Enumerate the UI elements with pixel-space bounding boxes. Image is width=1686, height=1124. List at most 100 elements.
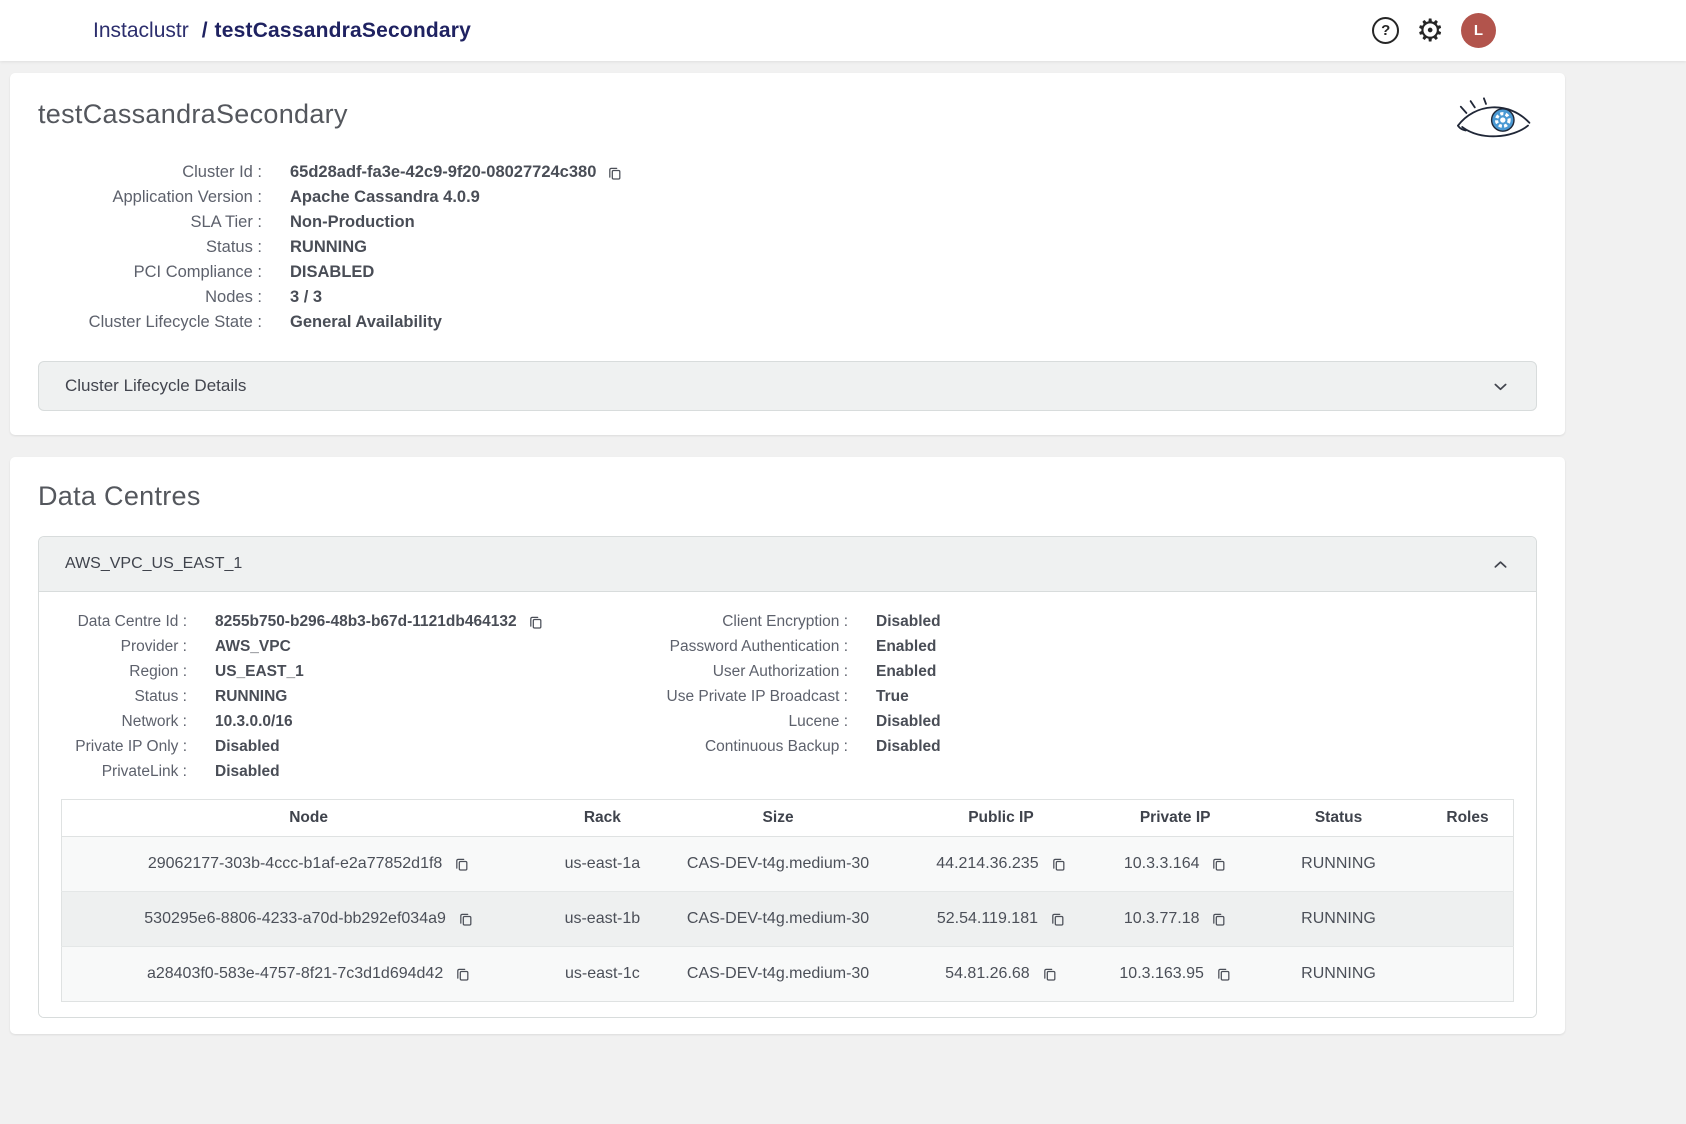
dc-id: 8255b750-b296-48b3-b67d-1121db464132: [215, 609, 517, 634]
cluster-id: 65d28adf-fa3e-42c9-9f20-08027724c380: [290, 160, 596, 185]
cluster-lifecycle-details-panel[interactable]: Cluster Lifecycle Details: [38, 361, 1537, 411]
private-ip-only: Disabled: [215, 734, 280, 759]
topbar-actions: ? ⚙ L: [1372, 13, 1496, 48]
chevron-down-icon: [1491, 377, 1510, 396]
size-cell: CAS-DEV-t4g.medium-30: [650, 947, 907, 1002]
continuous-backup: Disabled: [876, 734, 941, 759]
column-header-status: Status: [1255, 800, 1422, 837]
help-icon[interactable]: ?: [1372, 17, 1399, 44]
brand-link[interactable]: Instaclustr: [93, 19, 189, 43]
column-header-private-ip: Private IP: [1095, 800, 1255, 837]
dc-panel-body: Data Centre Id : 8255b750-b296-48b3-b67d…: [39, 592, 1536, 1017]
region-label: Region :: [61, 659, 187, 684]
avatar[interactable]: L: [1461, 13, 1496, 48]
dc-info-left: Data Centre Id : 8255b750-b296-48b3-b67d…: [61, 609, 636, 784]
copy-button[interactable]: [458, 911, 473, 927]
copy-icon: [607, 165, 622, 181]
top-bar: Instaclustr / testCassandraSecondary ? ⚙…: [0, 0, 1686, 61]
copy-icon: [1050, 911, 1065, 927]
column-header-public-ip: Public IP: [907, 800, 1096, 837]
copy-icon: [1216, 966, 1231, 982]
copy-icon: [1211, 911, 1226, 927]
private-ip-cell: 10.3.3.164: [1095, 837, 1255, 892]
copy-button[interactable]: [1050, 911, 1065, 927]
copy-icon: [1042, 966, 1057, 982]
table-row: 530295e6-8806-4233-a70d-bb292ef034a9 us-…: [62, 892, 1514, 947]
public-ip: 44.214.36.235: [936, 855, 1038, 873]
column-header-roles: Roles: [1422, 800, 1514, 837]
node-cell: 530295e6-8806-4233-a70d-bb292ef034a9: [62, 892, 556, 947]
copy-button[interactable]: [607, 165, 622, 181]
copy-button[interactable]: [455, 966, 470, 982]
sla-tier-label: SLA Tier :: [38, 210, 262, 235]
client-encryption-label: Client Encryption :: [636, 609, 848, 634]
application-version: Apache Cassandra 4.0.9: [290, 185, 480, 210]
cluster-id-label: Cluster Id :: [38, 160, 262, 185]
status-label: Status :: [38, 235, 262, 260]
lifecycle-state-label: Cluster Lifecycle State :: [38, 310, 262, 335]
copy-button[interactable]: [1211, 856, 1226, 872]
copy-button[interactable]: [528, 614, 543, 630]
status-cell: RUNNING: [1255, 947, 1422, 1002]
node-id: 530295e6-8806-4233-a70d-bb292ef034a9: [144, 910, 446, 928]
data-centres-card: Data Centres AWS_VPC_US_EAST_1 Data Cent…: [10, 457, 1565, 1034]
privatelink-label: PrivateLink :: [61, 759, 187, 784]
roles-cell: [1422, 837, 1514, 892]
continuous-backup-label: Continuous Backup :: [636, 734, 848, 759]
provider-label: Provider :: [61, 634, 187, 659]
roles-cell: [1422, 947, 1514, 1002]
cluster-id-value: 65d28adf-fa3e-42c9-9f20-08027724c380: [290, 160, 1537, 185]
copy-icon: [1051, 856, 1066, 872]
cluster-overview-card: testCassandraSecondary Cluster Id : 65d2…: [10, 73, 1565, 435]
user-authorization-label: User Authorization :: [636, 659, 848, 684]
copy-button[interactable]: [454, 856, 469, 872]
public-ip: 54.81.26.68: [945, 965, 1030, 983]
copy-icon: [528, 614, 543, 630]
copy-button[interactable]: [1216, 966, 1231, 982]
breadcrumb: Instaclustr / testCassandraSecondary: [93, 19, 471, 43]
private-ip-broadcast-label: Use Private IP Broadcast :: [636, 684, 848, 709]
size-cell: CAS-DEV-t4g.medium-30: [650, 892, 907, 947]
private-ip-cell: 10.3.163.95: [1095, 947, 1255, 1002]
status-cell: RUNNING: [1255, 892, 1422, 947]
copy-button[interactable]: [1051, 856, 1066, 872]
public-ip-cell: 54.81.26.68: [907, 947, 1096, 1002]
copy-icon: [454, 856, 469, 872]
application-version-label: Application Version :: [38, 185, 262, 210]
dc-panel: AWS_VPC_US_EAST_1 Data Centre Id : 8255b…: [38, 536, 1537, 1018]
lucene-label: Lucene :: [636, 709, 848, 734]
gear-icon[interactable]: ⚙: [1416, 15, 1444, 46]
status-cell: RUNNING: [1255, 837, 1422, 892]
provider: AWS_VPC: [215, 634, 291, 659]
region: US_EAST_1: [215, 659, 304, 684]
dc-id-value: 8255b750-b296-48b3-b67d-1121db464132: [215, 609, 636, 634]
user-authorization: Enabled: [876, 659, 936, 684]
breadcrumb-separator: /: [202, 19, 208, 43]
lifecycle-state: General Availability: [290, 310, 442, 335]
copy-icon: [455, 966, 470, 982]
dc-panel-header[interactable]: AWS_VPC_US_EAST_1: [39, 537, 1536, 592]
copy-button[interactable]: [1042, 966, 1057, 982]
cluster-title: testCassandraSecondary: [38, 99, 1537, 130]
node-cell: 29062177-303b-4ccc-b1af-e2a77852d1f8: [62, 837, 556, 892]
cluster-status: RUNNING: [290, 235, 367, 260]
copy-button[interactable]: [1211, 911, 1226, 927]
instaclustr-eye-logo: [1451, 97, 1535, 143]
pci-compliance: DISABLED: [290, 260, 374, 285]
table-row: a28403f0-583e-4757-8f21-7c3d1d694d42 us-…: [62, 947, 1514, 1002]
private-ip-only-label: Private IP Only :: [61, 734, 187, 759]
rack-cell: us-east-1c: [555, 947, 649, 1002]
size-cell: CAS-DEV-t4g.medium-30: [650, 837, 907, 892]
rack-cell: us-east-1a: [555, 837, 649, 892]
public-ip-cell: 44.214.36.235: [907, 837, 1096, 892]
privatelink: Disabled: [215, 759, 280, 784]
node-id: 29062177-303b-4ccc-b1af-e2a77852d1f8: [148, 855, 442, 873]
roles-cell: [1422, 892, 1514, 947]
dc-info: Data Centre Id : 8255b750-b296-48b3-b67d…: [61, 609, 1514, 784]
sla-tier: Non-Production: [290, 210, 415, 235]
nodes-label: Nodes :: [38, 285, 262, 310]
table-row: 29062177-303b-4ccc-b1af-e2a77852d1f8 us-…: [62, 837, 1514, 892]
main-content: testCassandraSecondary Cluster Id : 65d2…: [10, 73, 1565, 1034]
private-ip: 10.3.163.95: [1119, 965, 1204, 983]
dc-status-label: Status :: [61, 684, 187, 709]
